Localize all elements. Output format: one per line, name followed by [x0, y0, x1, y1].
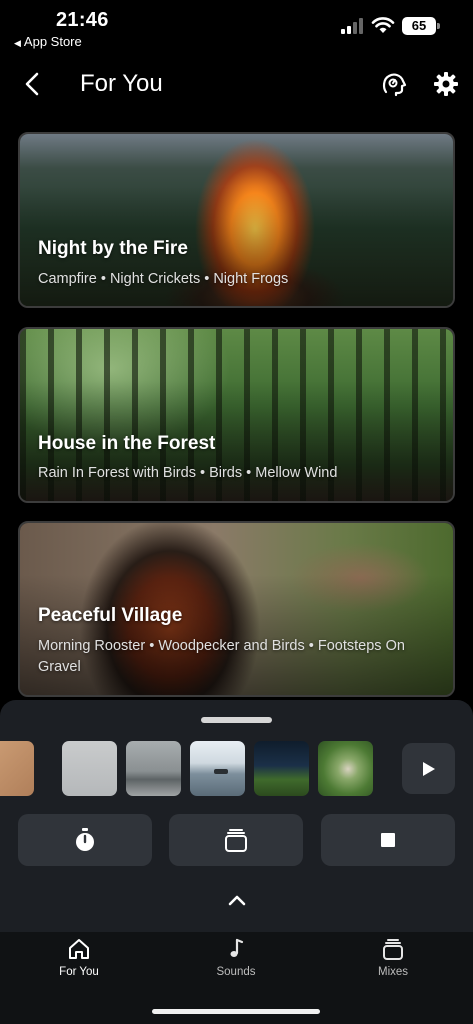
now-playing-panel	[0, 700, 473, 932]
play-button[interactable]	[402, 743, 455, 794]
back-chevron-icon[interactable]	[18, 68, 48, 100]
tab-label: Sounds	[216, 966, 256, 978]
tab-label: Mixes	[377, 966, 409, 978]
wifi-icon	[371, 17, 395, 33]
tab-bar: For You Sounds Mixes	[0, 932, 473, 1024]
sound-thumbnail-night-field[interactable]	[254, 741, 309, 796]
back-to-app-store-link[interactable]: ◀ App Store	[14, 34, 82, 49]
tab-sounds[interactable]: Sounds	[181, 938, 291, 988]
sound-thumbnail-misty-lake[interactable]	[126, 741, 181, 796]
stopwatch-icon	[76, 828, 94, 851]
mix-card-peaceful-village[interactable]: Peaceful Village Morning Rooster • Woodp…	[18, 521, 455, 697]
stack-icon	[383, 939, 403, 960]
status-bar: 21:46 ◀ App Store 65	[0, 0, 473, 56]
sound-thumbnail-boat[interactable]	[190, 741, 245, 796]
page-title: For You	[80, 70, 163, 97]
chevron-up-icon[interactable]	[224, 890, 250, 910]
status-time: 21:46	[56, 9, 109, 31]
tab-mixes[interactable]: Mixes	[338, 938, 448, 988]
sound-thumbnail-wood[interactable]	[0, 741, 34, 796]
card-title: Peaceful Village	[38, 605, 183, 626]
card-title: Night by the Fire	[38, 238, 188, 259]
play-icon	[423, 762, 435, 776]
head-sound-icon[interactable]	[380, 70, 408, 98]
card-subtitle: Morning Rooster • Woodpecker and Birds •…	[38, 638, 405, 675]
mixes-button[interactable]	[169, 814, 303, 866]
battery-indicator: 65	[402, 17, 440, 35]
home-icon	[69, 939, 89, 959]
timer-button[interactable]	[18, 814, 152, 866]
stop-icon	[381, 833, 395, 847]
stack-icon	[225, 829, 247, 852]
back-app-label: App Store	[23, 34, 82, 49]
card-title: House in the Forest	[38, 433, 216, 454]
home-indicator[interactable]	[152, 1009, 320, 1014]
page-header: For You	[0, 60, 473, 108]
stop-button[interactable]	[321, 814, 455, 866]
back-triangle-icon: ◀	[14, 38, 21, 48]
card-subtitle: Rain In Forest with Birds • Birds • Mell…	[38, 465, 338, 481]
sound-thumbnail-bird[interactable]	[318, 741, 373, 796]
cellular-signal-icon	[341, 18, 363, 34]
tab-label: For You	[59, 966, 99, 978]
tab-for-you[interactable]: For You	[24, 938, 134, 988]
settings-gear-icon[interactable]	[432, 70, 460, 98]
panel-grabber-handle[interactable]	[201, 717, 272, 723]
card-subtitle: Campfire • Night Crickets • Night Frogs	[38, 271, 289, 287]
sound-thumbnail-grey-sky[interactable]	[62, 741, 117, 796]
mix-card-house-in-the-forest[interactable]: House in the Forest Rain In Forest with …	[18, 327, 455, 503]
mix-card-night-by-the-fire[interactable]: Night by the Fire Campfire • Night Crick…	[18, 132, 455, 308]
music-note-icon	[230, 938, 244, 957]
